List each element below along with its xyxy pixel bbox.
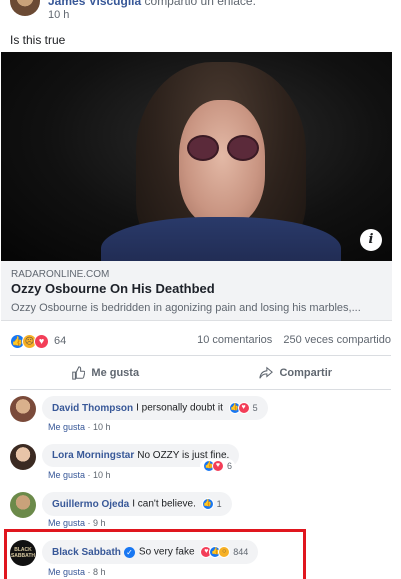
post-timestamp[interactable]: 10 h [48,9,69,21]
link-preview-meta[interactable]: RADARONLINE.COM Ozzy Osbourne On His Dea… [1,261,392,321]
share-icon [259,366,274,379]
photo-jacket [101,217,341,261]
post-action-text: compartió un enlace. [144,0,256,8]
share-button-label: Compartir [279,367,333,379]
highlight-box [4,529,306,579]
comment-reactions[interactable]: 👍 ♥ 6 [200,459,236,473]
reaction-count: 64 [54,335,67,347]
post-author-line: James Viscuglia compartió un enlace. [48,0,256,8]
commenter-avatar[interactable] [10,492,36,518]
comment-like-link[interactable]: Me gusta [48,422,85,432]
link-domain: RADARONLINE.COM [11,269,110,280]
commenter-name[interactable]: Guillermo Ojeda [52,499,129,510]
link-title[interactable]: Ozzy Osbourne On His Deathbed [11,281,215,296]
comment-meta: Me gusta · 9 h [48,518,106,528]
comment-reactions[interactable]: 👍 ♥ 5 [228,402,258,414]
comment-reaction-count: 6 [227,461,233,471]
comment-time[interactable]: 10 h [93,422,111,432]
comment-time[interactable]: 10 h [93,470,111,480]
comment-text: I can't believe. [132,498,196,510]
commenter-name[interactable]: Lora Morningstar [52,450,134,461]
reaction-summary[interactable]: 👍 ☹ ♥ 64 [10,332,66,350]
commenter-avatar[interactable] [10,444,36,470]
love-reaction-icon: ♥ [237,402,250,414]
comment-meta: Me gusta · 10 h [48,422,111,432]
photo-lens-left [187,135,219,161]
photo-face [179,100,265,225]
comment-reactions[interactable]: 👍 1 [201,498,222,510]
share-count[interactable]: 250 veces compartido [283,334,391,346]
comment-like-link[interactable]: Me gusta [48,518,85,528]
commenter-avatar[interactable] [10,396,36,422]
love-reaction-icon: ♥ [212,460,224,472]
commenter-name[interactable]: David Thompson [52,403,133,414]
comment-time[interactable]: 9 h [93,518,106,528]
post-header: James Viscuglia compartió un enlace. 10 … [0,0,401,28]
engagement-counts: 10 comentarios 250 veces compartido [189,334,391,346]
comment-meta: Me gusta · 10 h [48,470,111,480]
link-description: Ozzy Osbourne is bedridden in agonizing … [11,302,361,314]
divider [10,389,391,390]
photo-lens-right [227,135,259,161]
thumbs-up-icon [72,366,86,380]
comment-like-link[interactable]: Me gusta [48,470,85,480]
post-author-name[interactable]: James Viscuglia [48,0,141,8]
post-actions: Me gusta Compartir [10,361,391,385]
like-reaction-icon: 👍 [201,498,214,510]
post-text: Is this true [10,33,66,47]
info-icon[interactable]: i [360,229,382,251]
love-reaction-icon: ♥ [34,333,49,349]
comment-bubble: Guillermo Ojeda I can't believe. 👍 1 [42,492,232,516]
like-button[interactable]: Me gusta [10,361,201,385]
divider [10,355,391,356]
comment-reaction-count: 5 [252,403,258,413]
comment-count[interactable]: 10 comentarios [197,334,272,346]
like-button-label: Me gusta [91,367,140,379]
photo-glasses [187,135,259,161]
comment-text: I personally doubt it [136,402,223,414]
comment-bubble: David Thompson I personally doubt it 👍 ♥ … [42,396,268,420]
link-preview-image[interactable]: i [1,52,392,261]
share-button[interactable]: Compartir [201,361,392,385]
comment-reaction-count: 1 [216,499,222,509]
author-avatar[interactable] [10,0,40,16]
